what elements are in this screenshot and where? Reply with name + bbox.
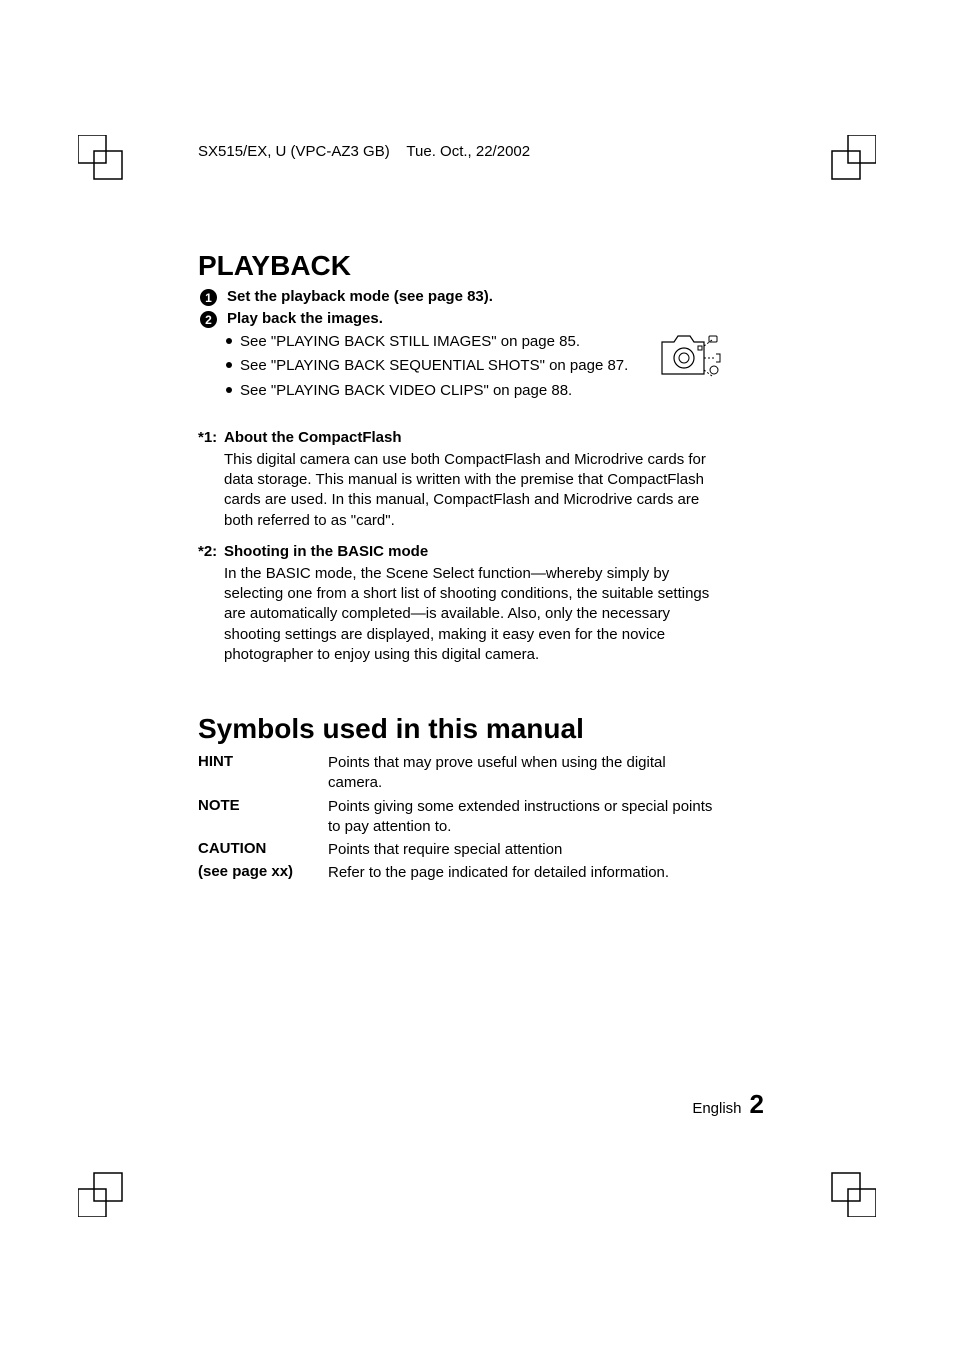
playback-bullets: See "PLAYING BACK STILL IMAGES" on page … <box>226 332 723 401</box>
symbol-label-note: NOTE <box>198 797 328 838</box>
symbols-title: Symbols used in this manual <box>198 713 723 745</box>
step-2-text: Play back the images. <box>227 310 383 327</box>
footer-language: English <box>692 1100 741 1117</box>
asterisk-1: *1: About the CompactFlash This digital … <box>198 429 723 531</box>
bullet-icon <box>226 387 232 393</box>
symbol-row-caution: CAUTION Points that require special atte… <box>198 840 723 860</box>
step-1: 1 Set the playback mode (see page 83). <box>200 288 723 306</box>
circle-number-1: 1 <box>200 289 217 306</box>
bullet-icon <box>226 338 232 344</box>
crop-mark-bottom-left <box>78 1157 138 1217</box>
page-footer: English 2 <box>692 1089 764 1120</box>
asterisk-2-body: In the BASIC mode, the Scene Select func… <box>224 564 723 665</box>
main-content: PLAYBACK 1 Set the playback mode (see pa… <box>198 250 723 887</box>
symbol-label-hint: HINT <box>198 753 328 794</box>
symbol-row-seepage: (see page xx) Refer to the page indicate… <box>198 863 723 883</box>
bullet-icon <box>226 362 232 368</box>
page-header: SX515/EX, U (VPC-AZ3 GB) Tue. Oct., 22/2… <box>198 143 530 160</box>
symbol-desc-seepage: Refer to the page indicated for detailed… <box>328 863 669 883</box>
symbol-label-seepage: (see page xx) <box>198 863 328 883</box>
asterisk-2-title: Shooting in the BASIC mode <box>224 543 723 560</box>
symbol-desc-hint: Points that may prove useful when using … <box>328 753 723 794</box>
asterisk-2: *2: Shooting in the BASIC mode In the BA… <box>198 543 723 665</box>
bullet-text-2: See "PLAYING BACK SEQUENTIAL SHOTS" on p… <box>240 356 628 376</box>
symbol-row-hint: HINT Points that may prove useful when u… <box>198 753 723 794</box>
asterisk-1-label: *1: <box>198 429 224 531</box>
asterisk-1-content: About the CompactFlash This digital came… <box>224 429 723 531</box>
crop-mark-top-right <box>816 135 876 195</box>
asterisk-1-title: About the CompactFlash <box>224 429 723 446</box>
symbol-row-note: NOTE Points giving some extended instruc… <box>198 797 723 838</box>
footer-page-number: 2 <box>750 1089 764 1120</box>
crop-mark-top-left <box>78 135 138 195</box>
bullet-item: See "PLAYING BACK VIDEO CLIPS" on page 8… <box>226 381 723 401</box>
model-info: SX515/EX, U (VPC-AZ3 GB) <box>198 143 390 160</box>
symbols-section: Symbols used in this manual HINT Points … <box>198 713 723 884</box>
asterisk-1-body: This digital camera can use both Compact… <box>224 450 723 531</box>
crop-mark-bottom-right <box>816 1157 876 1217</box>
asterisk-2-label: *2: <box>198 543 224 665</box>
bullet-item: See "PLAYING BACK STILL IMAGES" on page … <box>226 332 723 352</box>
circle-number-2: 2 <box>200 311 217 328</box>
asterisk-2-content: Shooting in the BASIC mode In the BASIC … <box>224 543 723 665</box>
bullet-text-3: See "PLAYING BACK VIDEO CLIPS" on page 8… <box>240 381 572 401</box>
asterisk-notes: *1: About the CompactFlash This digital … <box>198 429 723 665</box>
playback-title: PLAYBACK <box>198 250 723 282</box>
header-date: Tue. Oct., 22/2002 <box>406 143 530 160</box>
bullet-item: See "PLAYING BACK SEQUENTIAL SHOTS" on p… <box>226 356 723 376</box>
symbol-label-caution: CAUTION <box>198 840 328 860</box>
symbol-desc-note: Points giving some extended instructions… <box>328 797 723 838</box>
bullet-text-1: See "PLAYING BACK STILL IMAGES" on page … <box>240 332 580 352</box>
step-2: 2 Play back the images. <box>200 310 723 328</box>
symbol-desc-caution: Points that require special attention <box>328 840 562 860</box>
step-1-text: Set the playback mode (see page 83). <box>227 288 493 305</box>
